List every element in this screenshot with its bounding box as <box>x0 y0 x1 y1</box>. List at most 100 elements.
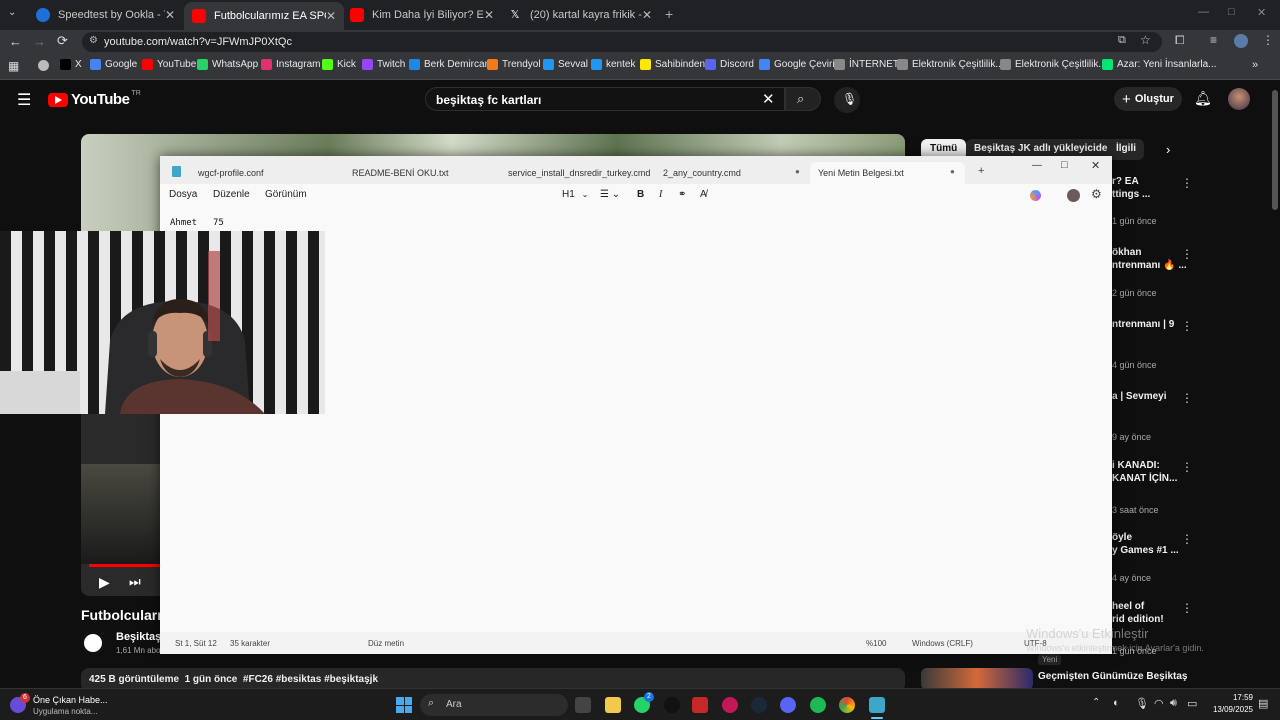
account-avatar[interactable] <box>1228 88 1250 110</box>
tab-youtube-active[interactable]: Futbolcularımız EA SPORTS FC ✕ <box>184 2 344 30</box>
more-actions-icon[interactable]: ⋮ <box>1181 532 1193 546</box>
copilot-icon[interactable] <box>1030 190 1041 201</box>
new-tab-icon[interactable]: + <box>665 6 673 22</box>
more-actions-icon[interactable]: ⋮ <box>1181 247 1193 261</box>
notepad-tab[interactable]: wgcf-profile.conf <box>190 162 342 184</box>
bookmark-item[interactable]: X <box>60 59 82 70</box>
apps-grid-icon[interactable]: ▦ <box>8 59 19 73</box>
close-icon[interactable]: ✕ <box>642 8 652 22</box>
bookmark-item[interactable]: YouTube <box>142 59 196 70</box>
play-icon[interactable]: ▶ <box>99 574 110 591</box>
close-window-icon[interactable]: ✕ <box>1257 6 1266 19</box>
more-bookmarks-icon[interactable]: » <box>1252 59 1258 71</box>
bookmark-item[interactable]: WhatsApp <box>197 59 258 70</box>
channel-avatar[interactable] <box>81 631 105 655</box>
bookmark-item[interactable]: Sevval <box>543 59 588 70</box>
notepad-taskbar-icon[interactable] <box>869 697 885 713</box>
tab-speedtest[interactable]: Speedtest by Ookla - The Glob ✕ <box>28 4 183 26</box>
notepad-tab[interactable]: README-BENİ OKU.txt <box>344 162 496 184</box>
tab-list-chevron-icon[interactable]: ⌄ <box>8 7 16 18</box>
minimize-icon[interactable]: — <box>1198 6 1209 18</box>
spotify-icon[interactable] <box>810 697 826 713</box>
status-line-ending[interactable]: Windows (CRLF) <box>912 639 973 648</box>
file-explorer-icon[interactable] <box>605 697 621 713</box>
link-icon[interactable]: ⚭ <box>678 189 686 200</box>
forward-icon[interactable]: → <box>33 34 46 49</box>
tray-chevron-icon[interactable]: ⌃ <box>1092 697 1100 708</box>
create-button[interactable]: + Oluştur <box>1114 87 1182 111</box>
url-field[interactable]: ⚙ youtube.com/watch?v=JFWmJP0XtQc ⧉ ☆ <box>82 32 1162 52</box>
clear-search-icon[interactable]: ✕ <box>762 90 775 108</box>
notepad-tab[interactable]: 2_any_country.cmd ● <box>655 162 807 184</box>
bookmark-item[interactable]: Google <box>90 59 137 70</box>
chevron-right-icon[interactable]: › <box>1166 142 1170 157</box>
close-icon[interactable]: ✕ <box>1091 159 1100 172</box>
italic-icon[interactable]: I <box>659 189 662 200</box>
cast-icon[interactable]: ⧉ <box>1118 34 1126 47</box>
thumbnail-last[interactable] <box>921 668 1033 690</box>
more-actions-icon[interactable]: ⋮ <box>1181 460 1193 474</box>
app-red-icon[interactable] <box>722 697 738 713</box>
steam-icon[interactable] <box>751 697 767 713</box>
more-actions-icon[interactable]: ⋮ <box>1181 601 1193 615</box>
reload-icon[interactable]: ⟳ <box>57 33 68 49</box>
chip-related[interactable]: İlgili <box>1108 139 1144 160</box>
status-mode[interactable]: Düz metin <box>368 639 404 648</box>
clear-format-icon[interactable]: A̸ <box>700 189 707 200</box>
scrollbar[interactable] <box>1272 90 1278 210</box>
close-icon[interactable]: ✕ <box>484 8 494 22</box>
notifications-bell-icon[interactable]: 🔔︎ <box>1194 90 1212 107</box>
menu-file[interactable]: Dosya <box>169 189 197 200</box>
bookmark-star-icon[interactable]: ☆ <box>1140 33 1151 47</box>
tab-kim-daha[interactable]: Kim Daha İyi Biliyor? EA SPORT ✕ <box>342 4 502 26</box>
clock[interactable]: 17:59 13/09/2025 <box>1205 692 1253 716</box>
heading-dropdown[interactable]: H1 ⌄ <box>562 189 588 200</box>
bookmark-item[interactable]: Google Çeviri <box>759 59 835 70</box>
bookmark-item[interactable]: Discord <box>705 59 754 70</box>
next-icon[interactable]: ⏭ <box>129 574 141 590</box>
account-icon[interactable] <box>1067 189 1080 202</box>
settings-gear-icon[interactable]: ⚙ <box>1091 187 1102 201</box>
bookmark-item[interactable]: Trendyol <box>487 59 541 70</box>
maximize-icon[interactable]: □ <box>1061 159 1068 171</box>
extensions-icon[interactable]: ⧠ <box>1175 33 1185 48</box>
chrome-icon[interactable] <box>839 697 855 713</box>
bookmark-item[interactable]: Berk Demircan <box>409 59 490 70</box>
status-zoom[interactable]: %100 <box>866 639 886 648</box>
notification-center-icon[interactable]: ▤ <box>1258 697 1268 710</box>
recommendation-title[interactable]: Geçmişten Günümüze Beşiktaş <box>1038 670 1188 683</box>
voice-search-button[interactable]: 🎙 <box>834 87 860 113</box>
microphone-icon[interactable]: 🎙 <box>1135 697 1149 710</box>
tray-app-icon[interactable]: ◐ <box>1113 697 1120 709</box>
maximize-icon[interactable]: □ <box>1228 6 1235 18</box>
bookmark-item[interactable]: kentek <box>591 59 635 70</box>
menu-edit[interactable]: Düzenle <box>213 189 250 200</box>
notepad-tab-active[interactable]: Yeni Metin Belgesi.txt ● <box>810 162 965 184</box>
chrome-icon[interactable] <box>38 60 49 71</box>
bookmark-item[interactable]: Twitch <box>362 59 405 70</box>
task-view-icon[interactable] <box>575 697 591 713</box>
back-icon[interactable]: ← <box>9 34 22 49</box>
media-icon[interactable]: ≡ <box>1210 33 1217 47</box>
taskbar-search[interactable]: ⌕ Ara <box>420 694 568 716</box>
bookmark-item[interactable]: İNTERNET <box>834 59 899 70</box>
bookmark-item[interactable]: Sahibinden <box>640 59 705 70</box>
volume-icon[interactable]: 🔊︎ <box>1170 697 1177 710</box>
bookmark-item[interactable]: Elektronik Çeşitlilik... <box>897 59 1004 70</box>
tab-x-search[interactable]: 𝕏 (20) kartal kayra frikik - Arama ✕ <box>500 4 660 26</box>
close-icon[interactable]: ✕ <box>165 8 175 22</box>
channel-name[interactable]: Beşiktaş <box>116 631 161 643</box>
new-tab-icon[interactable]: + <box>978 165 984 177</box>
discord-icon[interactable] <box>780 697 796 713</box>
list-icon[interactable]: ☰ ⌄ <box>600 189 620 200</box>
more-actions-icon[interactable]: ⋮ <box>1181 176 1193 190</box>
wifi-icon[interactable]: ◠ <box>1154 697 1164 710</box>
battery-icon[interactable]: ▭ <box>1187 697 1197 710</box>
bookmark-item[interactable]: Kick <box>322 59 356 70</box>
browser-menu-icon[interactable]: ⋮ <box>1262 33 1274 47</box>
start-button[interactable] <box>396 697 412 713</box>
more-actions-icon[interactable]: ⋮ <box>1181 391 1193 405</box>
media-app-icon[interactable] <box>692 697 708 713</box>
bookmark-item[interactable]: Azar: Yeni İnsanlarla... <box>1102 59 1217 70</box>
youtube-logo[interactable]: YouTube TR <box>48 90 141 108</box>
